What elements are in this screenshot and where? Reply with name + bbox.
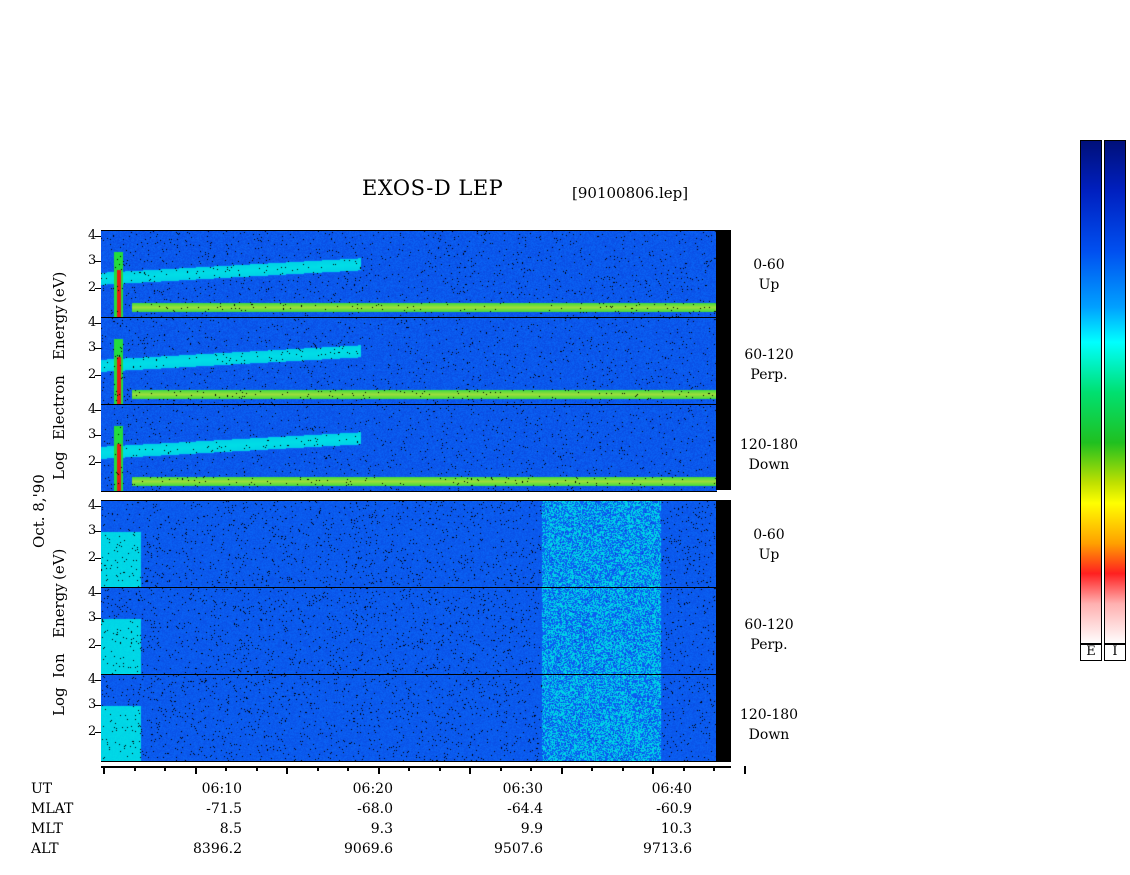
colorbar-label-e: E — [1080, 643, 1102, 661]
y-tick-mark — [95, 410, 101, 411]
electron-log-label: Log — [50, 451, 68, 480]
x-tick-mark — [377, 766, 380, 774]
row-label-mlt: MLT — [31, 821, 63, 837]
y-tick-mark — [95, 261, 101, 262]
x-tick-mark — [286, 766, 288, 774]
electron-down-panel — [101, 404, 717, 492]
table-cell-ut: 06:30 — [502, 781, 543, 797]
y-tick-mark — [95, 323, 101, 324]
table-cell-ut: 06:10 — [201, 781, 242, 797]
y-tick-mark — [95, 558, 101, 559]
table-cell-mlat: -71.5 — [206, 801, 242, 817]
x-tick-mark — [530, 766, 532, 771]
x-tick-mark — [164, 766, 166, 771]
table-cell-mlt: 9.9 — [520, 821, 543, 837]
y-tick-mark — [95, 506, 101, 507]
x-tick-mark — [408, 766, 410, 771]
ion-species-label: Ion — [50, 653, 68, 678]
electron-up-panel — [101, 230, 717, 318]
row-label-mlat: MLAT — [31, 801, 74, 817]
ion-down-panel — [101, 674, 717, 762]
ion-up-panel — [101, 500, 717, 588]
row-label-ut: UT — [31, 781, 53, 797]
table-cell-mlat: -68.0 — [357, 801, 393, 817]
table-cell-mlt: 8.5 — [219, 821, 242, 837]
y-tick-mark — [95, 618, 101, 619]
electron-ev-label: (eV) — [50, 271, 68, 303]
x-tick-mark — [743, 766, 746, 774]
table-cell-ut: 06:20 — [352, 781, 393, 797]
y-tick-mark — [95, 236, 101, 237]
y-tick-mark — [95, 375, 101, 376]
channel-label: 120-180 Down — [739, 707, 799, 743]
colorbar-electron — [1080, 140, 1102, 645]
electron-energy-label: Energy — [50, 305, 68, 360]
row-label-alt: ALT — [31, 841, 59, 857]
y-tick-mark — [95, 705, 101, 706]
table-cell-alt: 9713.6 — [643, 841, 692, 857]
x-tick-mark — [621, 766, 624, 771]
date-label: Oct. 8,'90 — [30, 474, 48, 548]
y-tick-mark — [95, 732, 101, 733]
x-tick-mark — [469, 766, 471, 774]
x-tick-mark — [499, 766, 502, 771]
ion-log-label: Log — [50, 687, 68, 716]
x-tick-mark — [438, 766, 441, 771]
page-title: EXOS-D LEP — [362, 176, 504, 200]
table-cell-alt: 9507.6 — [494, 841, 543, 857]
x-tick-mark — [194, 766, 197, 774]
ion-perp-panel — [101, 587, 717, 675]
file-id-label: [90100806.lep] — [572, 184, 689, 202]
x-tick-mark — [133, 766, 136, 771]
channel-label: 0-60 Up — [753, 257, 785, 293]
table-cell-alt: 9069.6 — [344, 841, 393, 857]
x-tick-mark — [560, 766, 563, 774]
x-tick-mark — [652, 766, 654, 774]
x-tick-mark — [103, 766, 105, 774]
y-tick-mark — [95, 531, 101, 532]
channel-label: 60-120 Perp. — [744, 347, 794, 383]
channel-label: 120-180 Down — [739, 437, 799, 473]
y-tick-mark — [95, 593, 101, 594]
x-tick-mark — [682, 766, 685, 771]
x-tick-mark — [225, 766, 227, 771]
y-tick-mark — [95, 680, 101, 681]
channel-label: 0-60 Up — [753, 527, 785, 563]
table-cell-alt: 8396.2 — [193, 841, 242, 857]
x-tick-mark — [713, 766, 715, 771]
x-tick-mark — [255, 766, 258, 771]
electron-species-label: Electron — [50, 375, 68, 440]
colorbar-ion — [1104, 140, 1126, 645]
electron-perp-panel — [101, 317, 717, 405]
x-tick-mark — [591, 766, 593, 771]
channel-label: 60-120 Perp. — [744, 617, 794, 653]
colorbar-label-i: I — [1104, 643, 1126, 661]
ion-ev-label: (eV) — [50, 548, 68, 580]
x-tick-mark — [316, 766, 319, 771]
electron-side-strip — [716, 230, 731, 490]
table-cell-ut: 06:40 — [651, 781, 692, 797]
table-cell-mlt: 10.3 — [660, 821, 692, 837]
ion-energy-label: Energy — [50, 583, 68, 638]
ion-side-strip — [716, 500, 731, 762]
table-cell-mlat: -60.9 — [656, 801, 692, 817]
y-tick-mark — [95, 462, 101, 463]
y-tick-mark — [95, 348, 101, 349]
y-tick-mark — [95, 645, 101, 646]
y-tick-mark — [95, 435, 101, 436]
x-tick-mark — [347, 766, 349, 771]
y-tick-mark — [95, 288, 101, 289]
table-cell-mlt: 9.3 — [370, 821, 393, 837]
table-cell-mlat: -64.4 — [507, 801, 543, 817]
